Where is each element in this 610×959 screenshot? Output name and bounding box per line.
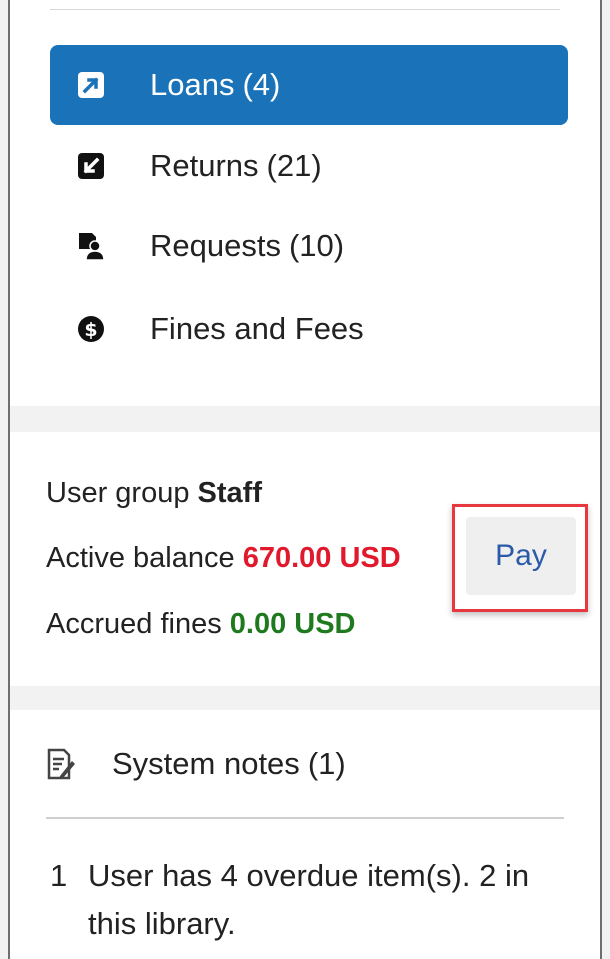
nav-item-count: (4)	[242, 67, 281, 102]
nav-item-returns[interactable]: Returns (21)	[50, 126, 568, 206]
balance-card: User group Staff Active balance 670.00 U…	[10, 432, 600, 686]
accrued-fines-line: Accrued fines 0.00 USD	[46, 608, 356, 641]
nav-item-label: Returns	[150, 148, 259, 183]
user-group-line: User group Staff	[46, 477, 262, 510]
nav-item-label: Requests	[150, 228, 281, 263]
user-panel: Loans (4) Returns (21) Requests (10) $ F…	[8, 0, 602, 959]
requests-user-icon	[76, 231, 106, 261]
accrued-fines-label: Accrued fines	[46, 608, 222, 640]
loan-arrow-icon	[76, 70, 106, 100]
pay-button[interactable]: Pay	[466, 517, 576, 595]
top-divider	[50, 9, 560, 10]
svg-text:$: $	[84, 319, 97, 341]
user-group-value: Staff	[197, 477, 262, 509]
nav-item-requests[interactable]: Requests (10)	[50, 206, 568, 286]
nav-item-loans[interactable]: Loans (4)	[50, 45, 568, 125]
note-number: 1	[50, 858, 68, 893]
accrued-fines-value: 0.00 USD	[229, 608, 356, 640]
nav-item-count: (10)	[288, 228, 345, 263]
active-balance-value: 670.00 USD	[242, 542, 401, 574]
note-item: 1 User has 4 overdue item(s). 2 in this …	[50, 852, 570, 948]
active-balance-line: Active balance 670.00 USD	[46, 542, 401, 575]
dollar-circle-icon: $	[76, 314, 106, 344]
system-notes-title: System notes	[112, 746, 300, 781]
system-notes-header[interactable]: System notes (1)	[46, 746, 346, 782]
notes-edit-icon	[46, 747, 76, 781]
nav-item-fines-and-fees[interactable]: $ Fines and Fees	[50, 289, 568, 369]
active-balance-label: Active balance	[46, 542, 235, 574]
return-arrow-icon	[76, 151, 106, 181]
nav-item-label: Loans	[150, 67, 235, 102]
notes-divider	[46, 817, 564, 819]
nav-item-count: (21)	[266, 148, 322, 183]
nav-card: Loans (4) Returns (21) Requests (10) $ F…	[10, 0, 600, 406]
system-notes-card: System notes (1) 1 User has 4 overdue it…	[10, 710, 600, 959]
note-text: User has 4 overdue item(s). 2 in this li…	[88, 858, 530, 941]
system-notes-count: (1)	[307, 746, 346, 781]
user-group-label: User group	[46, 477, 190, 509]
nav-item-label: Fines and Fees	[150, 311, 364, 346]
